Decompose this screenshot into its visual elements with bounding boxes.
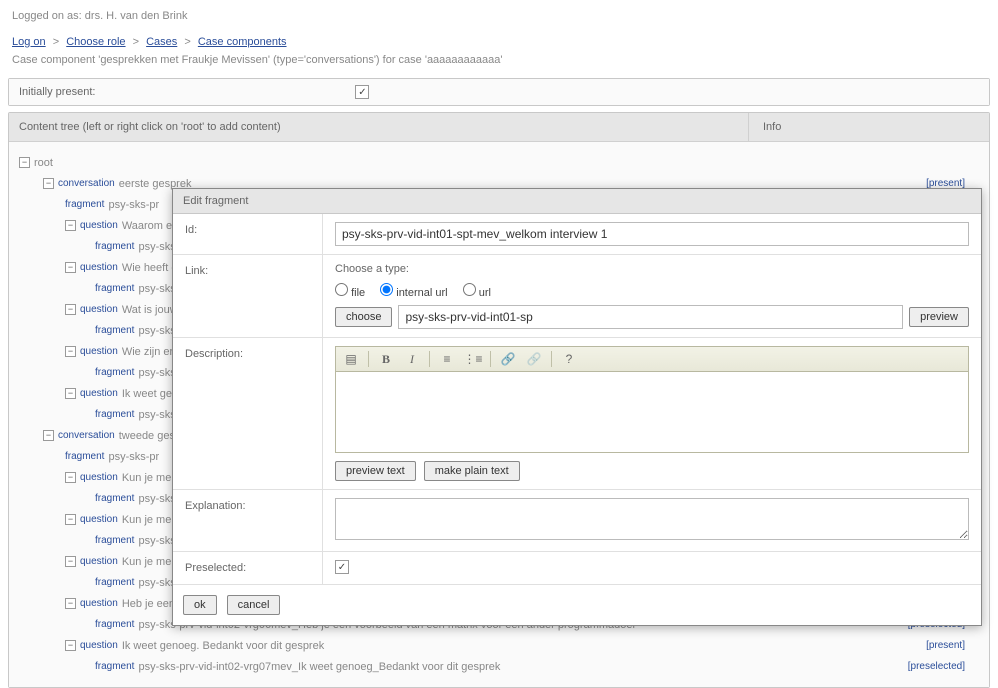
breadcrumb: Log on > Choose role > Cases > Case comp… xyxy=(0,32,998,50)
info-present: [present] xyxy=(926,640,965,651)
initially-present-label: Initially present: xyxy=(19,86,95,98)
breadcrumb-choose-role[interactable]: Choose role xyxy=(66,36,125,48)
preselected-checkbox[interactable]: ✓ xyxy=(335,560,349,574)
unordered-list-icon[interactable]: ⋮≡ xyxy=(464,350,482,368)
rich-text-editor: ▤ B I ≡ ⋮≡ 🔗 🔗 ? xyxy=(335,346,969,453)
tree-root[interactable]: −root xyxy=(15,152,983,173)
preselected-label: Preselected: xyxy=(173,552,323,584)
source-icon[interactable]: ▤ xyxy=(342,350,360,368)
bold-icon[interactable]: B xyxy=(377,350,395,368)
collapse-icon[interactable]: − xyxy=(65,220,76,231)
explanation-label: Explanation: xyxy=(173,490,323,551)
collapse-icon[interactable]: − xyxy=(65,598,76,609)
choose-button[interactable]: choose xyxy=(335,307,392,327)
content-tree-header: Content tree (left or right click on 'ro… xyxy=(9,113,749,141)
description-label: Description: xyxy=(173,338,323,489)
breadcrumb-cases[interactable]: Cases xyxy=(146,36,177,48)
ordered-list-icon[interactable]: ≡ xyxy=(438,350,456,368)
explanation-textarea[interactable] xyxy=(335,498,969,540)
tree-item[interactable]: −questionIk weet genoeg. Bedankt voor di… xyxy=(15,635,983,656)
link-url-input[interactable] xyxy=(398,305,903,329)
page-subtitle: Case component 'gesprekken met Fraukje M… xyxy=(0,50,998,76)
unlink-icon[interactable]: 🔗 xyxy=(525,350,543,368)
link-icon[interactable]: 🔗 xyxy=(499,350,517,368)
collapse-icon[interactable]: − xyxy=(65,262,76,273)
make-plain-text-button[interactable]: make plain text xyxy=(424,461,520,481)
preview-text-button[interactable]: preview text xyxy=(335,461,416,481)
ok-button[interactable]: ok xyxy=(183,595,217,615)
breadcrumb-logon[interactable]: Log on xyxy=(12,36,46,48)
edit-fragment-dialog: Edit fragment Id: Link: Choose a type: f… xyxy=(172,188,982,626)
collapse-icon[interactable]: − xyxy=(65,640,76,651)
collapse-icon[interactable]: − xyxy=(65,514,76,525)
initially-present-panel: Initially present: ✓ xyxy=(8,78,990,106)
breadcrumb-components[interactable]: Case components xyxy=(198,36,287,48)
info-header: Info xyxy=(749,113,989,141)
radio-file[interactable]: file xyxy=(335,287,365,299)
initially-present-checkbox[interactable]: ✓ xyxy=(355,85,369,99)
editor-toolbar: ▤ B I ≡ ⋮≡ 🔗 🔗 ? xyxy=(336,347,968,372)
dialog-title: Edit fragment xyxy=(173,189,981,214)
help-icon[interactable]: ? xyxy=(560,350,578,368)
collapse-icon[interactable]: − xyxy=(43,178,54,189)
collapse-icon[interactable]: − xyxy=(43,430,54,441)
preview-button[interactable]: preview xyxy=(909,307,969,327)
description-textarea[interactable] xyxy=(336,372,968,452)
id-label: Id: xyxy=(173,214,323,254)
tree-item[interactable]: fragmentpsy-sks-prv-vid-int02-vrg07mev_I… xyxy=(15,656,983,677)
choose-type-label: Choose a type: xyxy=(335,263,969,275)
id-input[interactable] xyxy=(335,222,969,246)
collapse-icon[interactable]: − xyxy=(65,304,76,315)
collapse-icon[interactable]: − xyxy=(19,157,30,168)
info-preselected: [preselected] xyxy=(908,661,965,672)
radio-internal-url[interactable]: internal url xyxy=(380,287,447,299)
collapse-icon[interactable]: − xyxy=(65,388,76,399)
collapse-icon[interactable]: − xyxy=(65,346,76,357)
link-label: Link: xyxy=(173,255,323,337)
italic-icon[interactable]: I xyxy=(403,350,421,368)
collapse-icon[interactable]: − xyxy=(65,472,76,483)
radio-url[interactable]: url xyxy=(463,287,491,299)
logged-on-header: Logged on as: drs. H. van den Brink xyxy=(0,0,998,32)
cancel-button[interactable]: cancel xyxy=(227,595,281,615)
collapse-icon[interactable]: − xyxy=(65,556,76,567)
